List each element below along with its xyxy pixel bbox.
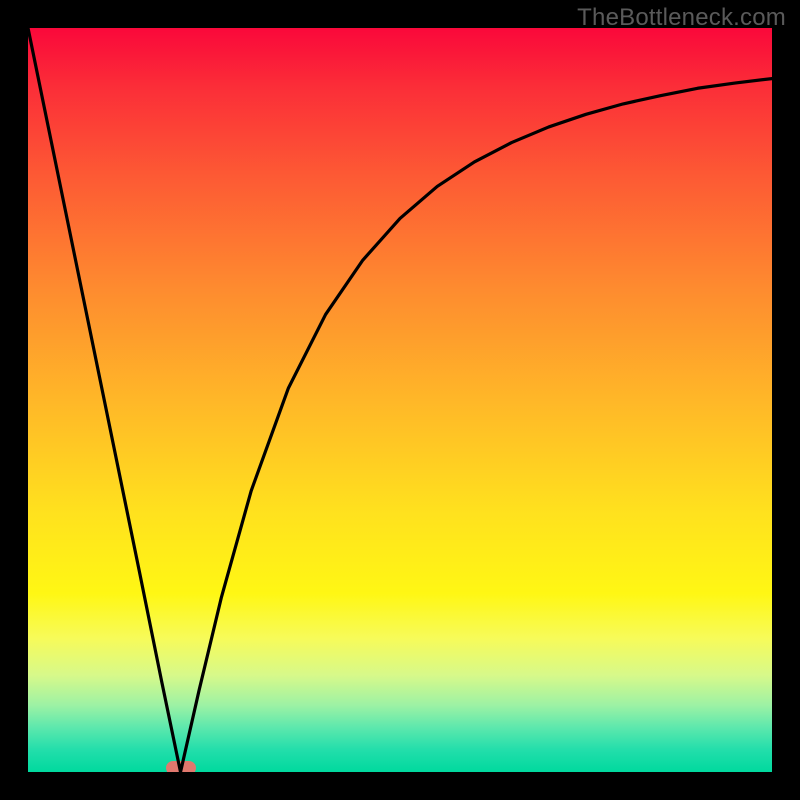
plot-area <box>28 28 772 772</box>
curve-path <box>28 28 772 772</box>
watermark-text: TheBottleneck.com <box>577 4 786 32</box>
chart-frame: TheBottleneck.com <box>0 0 800 800</box>
curve-svg <box>28 28 772 772</box>
